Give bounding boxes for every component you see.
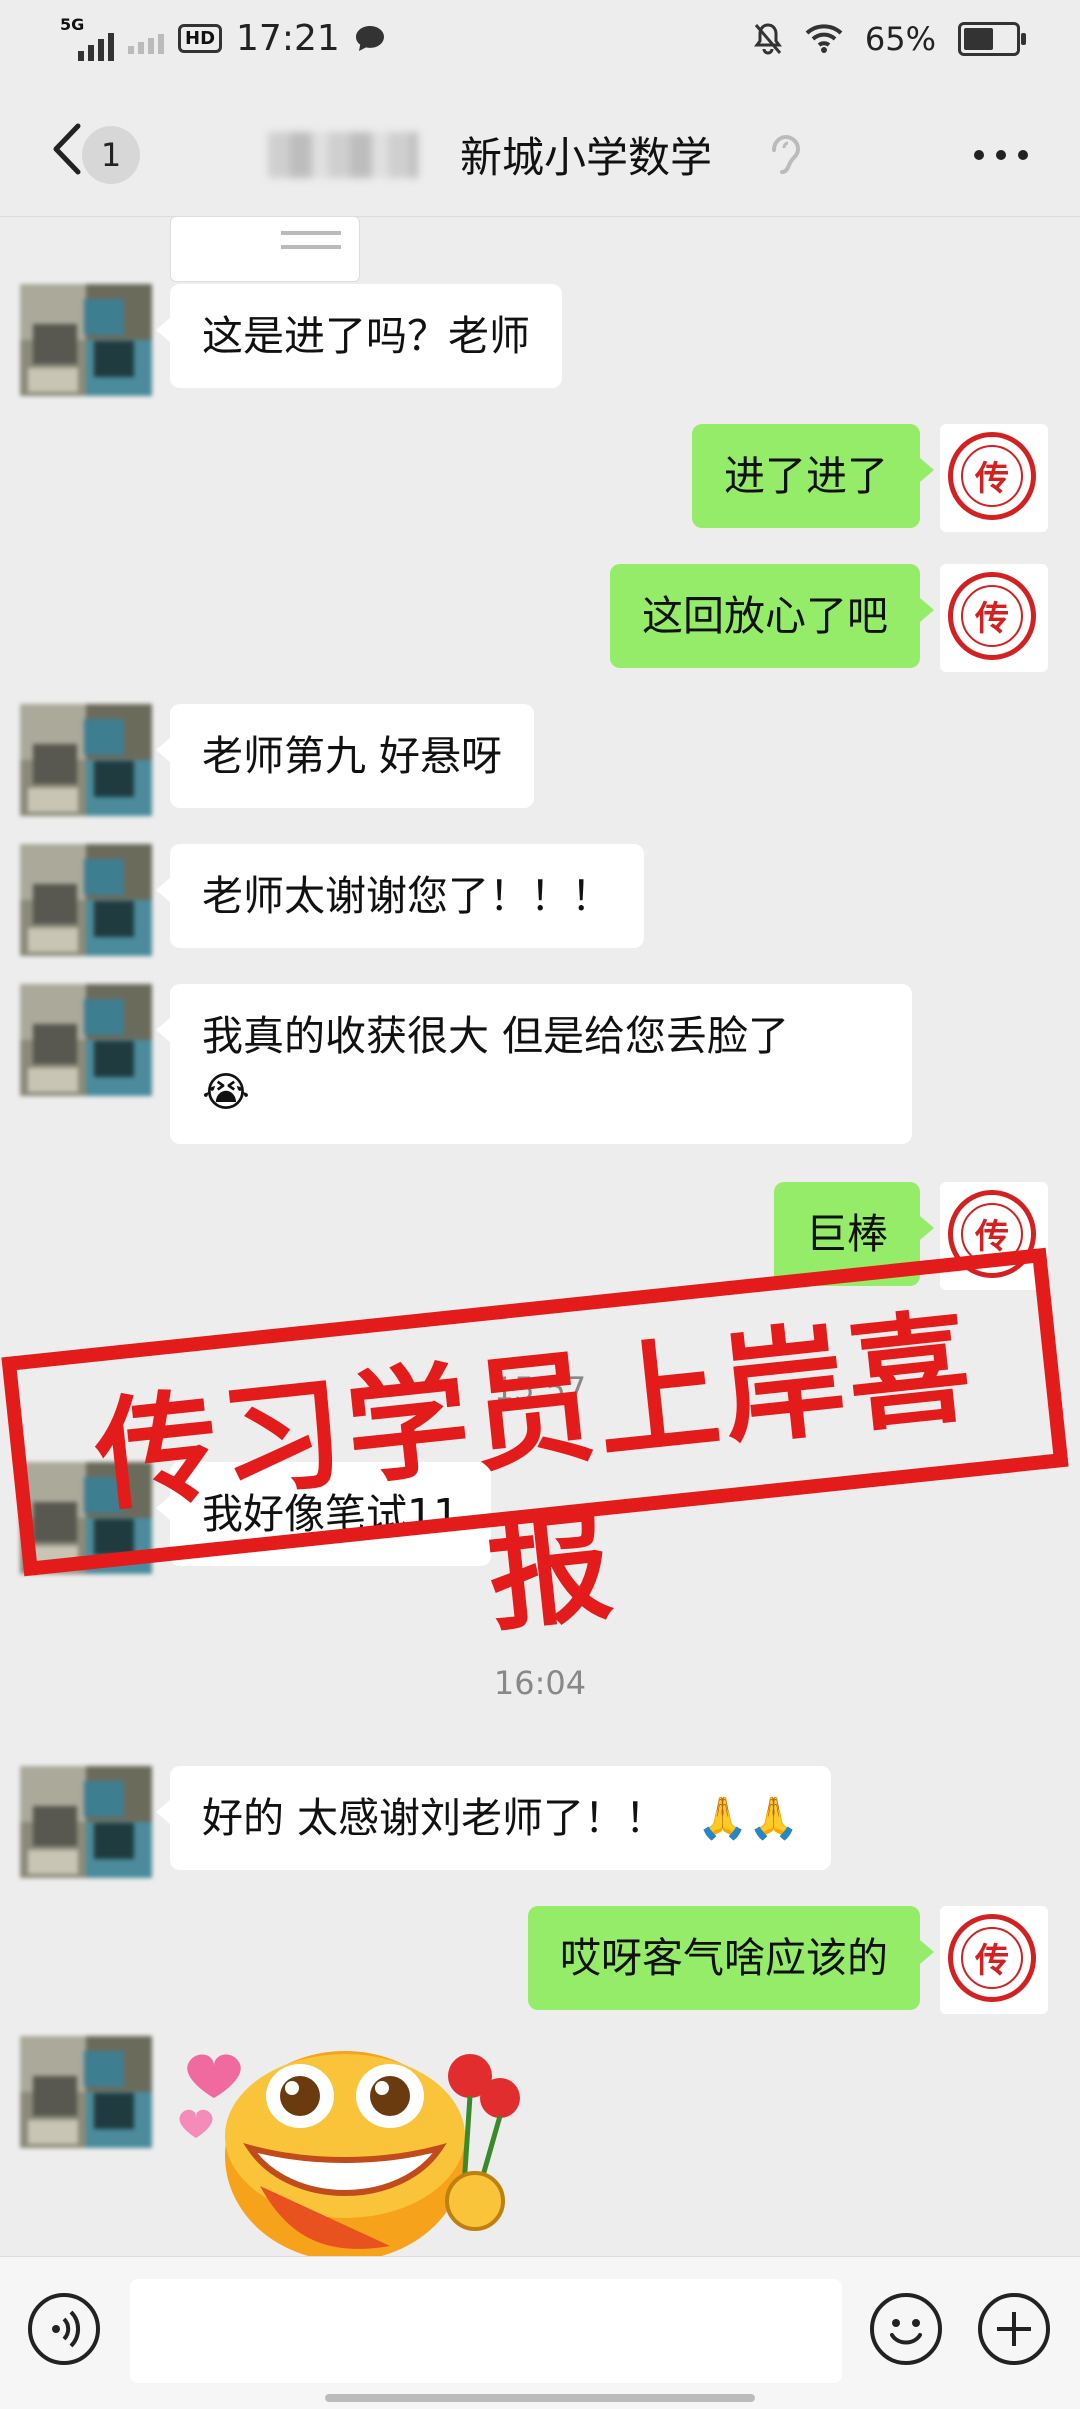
folded-hands-emoji: 🙏🙏	[697, 1794, 800, 1842]
timestamp: 16:04	[493, 1664, 587, 1702]
emoji-button[interactable]	[870, 2293, 942, 2365]
contact-avatar[interactable]	[20, 844, 152, 956]
image-message-preview[interactable]	[170, 216, 360, 282]
voice-icon	[52, 2310, 81, 2348]
my-avatar[interactable]	[940, 424, 1048, 532]
contact-avatar[interactable]	[20, 984, 152, 1096]
cell-signal-2-icon	[128, 24, 164, 54]
incoming-message[interactable]: 老师第九 好悬呀	[155, 704, 535, 808]
hd-icon: HD	[178, 24, 223, 53]
more-options-button[interactable]	[974, 150, 1028, 160]
message-text: 我真的收获很大 但是给您丢脸了	[202, 1012, 790, 1060]
unread-count-badge: 1	[82, 126, 140, 184]
outgoing-message[interactable]: 进了进了	[692, 424, 934, 528]
message-text: 好的 太感谢刘老师了！！	[202, 1794, 667, 1842]
incoming-message[interactable]: 这是进了吗？老师	[156, 284, 562, 388]
ear-icon	[772, 134, 801, 174]
bell-off-icon	[753, 23, 782, 55]
outgoing-message[interactable]: 哎呀客气啥应该的	[528, 1906, 934, 2010]
message-text-field[interactable]	[130, 2279, 842, 2383]
smiling-face-with-roses-sticker[interactable]	[170, 2036, 530, 2256]
crying-face-emoji: 😭	[202, 1068, 250, 1116]
battery-percent: 65%	[864, 20, 936, 58]
voice-input-button[interactable]	[28, 2293, 100, 2365]
more-functions-button[interactable]	[978, 2293, 1050, 2365]
contact-avatar[interactable]	[20, 2036, 152, 2148]
message-input-bar	[0, 2256, 1080, 2409]
wifi-icon	[805, 24, 843, 53]
incoming-message[interactable]: 好的 太感谢刘老师了！！ 🙏🙏	[155, 1766, 832, 1870]
incoming-message[interactable]: 我真的收获很大 但是给您丢脸了 😭	[156, 984, 912, 1144]
status-bar: 5G HD 17:21 65%	[0, 0, 1080, 80]
chat-header: 1 新城小学数学	[0, 80, 1080, 217]
home-indicator[interactable]	[325, 2394, 755, 2402]
incoming-message[interactable]: 老师太谢谢您了！！！	[156, 844, 644, 948]
chat-title: 新城小学数学	[460, 133, 713, 182]
outgoing-message[interactable]: 这回放心了吧	[610, 564, 934, 668]
contact-avatar[interactable]	[20, 284, 152, 396]
battery-icon	[958, 22, 1026, 56]
my-avatar[interactable]	[940, 1906, 1048, 2014]
contact-avatar[interactable]	[20, 704, 152, 816]
smiley-icon	[890, 2319, 922, 2345]
contact-avatar[interactable]	[20, 1766, 152, 1878]
clock: 17:21	[236, 18, 340, 59]
chat-notification-icon	[355, 25, 384, 51]
redacted-name	[268, 132, 418, 178]
chat-history[interactable]: 这是进了吗？老师 进了进了 这回放心了吧 老师第九 好悬呀 老师太谢谢您了！！！…	[0, 216, 1080, 2256]
my-avatar[interactable]	[940, 564, 1048, 672]
cell-signal-icon: 5G	[60, 15, 114, 61]
